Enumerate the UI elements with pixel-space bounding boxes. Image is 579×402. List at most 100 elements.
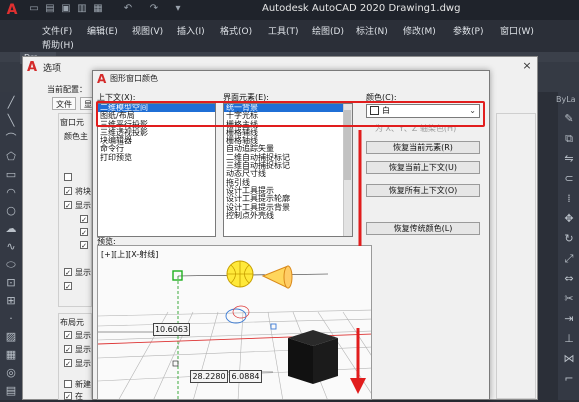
options-title: 选项 bbox=[43, 64, 62, 74]
layout-checkbox-label: 在 bbox=[75, 392, 83, 401]
erase-icon[interactable]: ✎ bbox=[562, 112, 576, 126]
preview-viewport: [+][上][X-射线] 10.6063 28.2280 6.0884 bbox=[97, 245, 372, 400]
menu-view[interactable]: 视图(V) bbox=[132, 24, 163, 37]
ellipse-icon[interactable]: ⬭ bbox=[4, 258, 18, 272]
arc-icon[interactable]: ◠ bbox=[4, 186, 18, 200]
menu-insert[interactable]: 插入(I) bbox=[177, 24, 205, 37]
polyline-icon[interactable]: ⌒ bbox=[4, 132, 18, 146]
copy-icon[interactable]: ⧉ bbox=[562, 132, 576, 146]
undo-icon[interactable]: ↶ bbox=[122, 3, 134, 15]
redo-icon[interactable]: ↷ bbox=[148, 3, 160, 15]
spline-icon[interactable]: ∿ bbox=[4, 240, 18, 254]
window-title: Autodesk AutoCAD 2020 Drawing1.dwg bbox=[262, 3, 461, 14]
options-right-panel bbox=[496, 113, 536, 399]
point-icon[interactable]: · bbox=[4, 312, 18, 326]
red-arrow-icon bbox=[350, 328, 366, 394]
mirror-icon[interactable]: ⇋ bbox=[562, 152, 576, 166]
bylayer-label[interactable]: ByLa bbox=[556, 95, 576, 104]
option-checkbox[interactable] bbox=[64, 380, 72, 388]
menu-edit[interactable]: 编辑(E) bbox=[87, 24, 118, 37]
option-checkbox[interactable]: ✓ bbox=[64, 359, 72, 368]
option-checkbox[interactable]: ✓ bbox=[80, 228, 88, 237]
dimension-input: 10.6063 bbox=[153, 323, 190, 336]
gradient-icon[interactable]: ▦ bbox=[4, 348, 18, 362]
highlight-box bbox=[96, 101, 485, 127]
restore-current-context-button[interactable]: 恢复当前上下文(U) bbox=[366, 161, 480, 174]
rotate-icon[interactable]: ↻ bbox=[562, 232, 576, 246]
red-arrow-line bbox=[358, 130, 362, 246]
option-checkbox[interactable]: ✓ bbox=[64, 392, 72, 401]
extend-icon[interactable]: ⇥ bbox=[562, 312, 576, 326]
trim-icon[interactable]: ✂ bbox=[562, 292, 576, 306]
menu-file[interactable]: 文件(F) bbox=[42, 24, 72, 37]
interface-item[interactable]: 控制点外壳线 bbox=[224, 211, 352, 220]
layout-checkbox-label: 显示 bbox=[75, 345, 91, 354]
cloud-icon[interactable]: ☁ bbox=[4, 222, 18, 236]
layout-elements-label: 布局元 bbox=[60, 318, 84, 327]
dialog-title: 图形窗口颜色 bbox=[110, 74, 158, 83]
chamfer-icon[interactable]: ⌐ bbox=[562, 372, 576, 386]
viewport-label: [+][上][X-射线] bbox=[101, 250, 159, 259]
option-checkbox[interactable]: ✓ bbox=[64, 268, 72, 277]
break-icon[interactable]: ⊥ bbox=[562, 332, 576, 346]
context-item[interactable]: 打印预览 bbox=[98, 153, 215, 162]
menu-parametric[interactable]: 参数(P) bbox=[453, 24, 483, 37]
menu-draw[interactable]: 绘图(D) bbox=[312, 24, 344, 37]
array-icon[interactable]: ⁞ bbox=[562, 192, 576, 206]
option-checkbox[interactable]: ✓ bbox=[64, 201, 72, 210]
region-icon[interactable]: ◎ bbox=[4, 366, 18, 380]
new-icon[interactable]: ▭ bbox=[28, 3, 40, 15]
share-icon[interactable]: ▾ bbox=[172, 3, 184, 15]
menu-format[interactable]: 格式(O) bbox=[220, 24, 252, 37]
move-icon[interactable]: ✥ bbox=[562, 212, 576, 226]
stretch-icon[interactable]: ⇔ bbox=[562, 272, 576, 286]
scale-icon[interactable]: ⤢ bbox=[562, 252, 576, 266]
checkbox-label: 显示 bbox=[75, 201, 91, 210]
color-scheme-label: 颜色主 bbox=[64, 132, 88, 141]
line-tool-icon[interactable]: ╱ bbox=[4, 96, 18, 110]
checkbox-label: 将块 bbox=[75, 187, 91, 196]
make-block-icon[interactable]: ⊞ bbox=[4, 294, 18, 308]
option-checkbox[interactable]: ✓ bbox=[64, 282, 72, 291]
option-checkbox[interactable] bbox=[64, 173, 72, 181]
saveas-icon[interactable]: ▥ bbox=[76, 3, 88, 15]
restore-all-contexts-button[interactable]: 恢复所有上下文(O) bbox=[366, 184, 480, 197]
tab-files[interactable]: 文件 bbox=[52, 97, 76, 110]
checkbox-label: 显示 bbox=[75, 268, 91, 277]
current-profile-label: 当前配置： bbox=[47, 85, 87, 94]
open-icon[interactable]: ▤ bbox=[44, 3, 56, 15]
circle-icon[interactable]: ○ bbox=[4, 204, 18, 218]
window-elements-label: 窗口元 bbox=[60, 118, 84, 127]
option-checkbox[interactable]: ✓ bbox=[64, 345, 72, 354]
menu-window[interactable]: 窗口(W) bbox=[500, 24, 534, 37]
option-checkbox[interactable]: ✓ bbox=[80, 215, 88, 224]
layout-checkbox-label: 新建 bbox=[75, 380, 91, 389]
autocad-logo[interactable]: A bbox=[4, 2, 20, 18]
options-close-icon[interactable]: × bbox=[520, 60, 534, 72]
options-logo-icon: A bbox=[27, 60, 38, 75]
menu-help[interactable]: 帮助(H) bbox=[42, 38, 74, 51]
polygon-icon[interactable]: ⬠ bbox=[4, 150, 18, 164]
hatch-icon[interactable]: ▨ bbox=[4, 330, 18, 344]
option-checkbox[interactable]: ✓ bbox=[80, 241, 88, 250]
restore-classic-colors-button[interactable]: 恢复传统颜色(L) bbox=[366, 222, 480, 235]
option-checkbox[interactable]: ✓ bbox=[64, 331, 72, 340]
dimension-input: 6.0884 bbox=[229, 370, 262, 383]
menu-dimension[interactable]: 标注(N) bbox=[356, 24, 388, 37]
option-checkbox[interactable]: ✓ bbox=[64, 187, 72, 196]
save-icon[interactable]: ▣ bbox=[60, 3, 72, 15]
join-icon[interactable]: ⋈ bbox=[562, 352, 576, 366]
layout-checkbox-label: 显示 bbox=[75, 331, 91, 340]
construction-line-icon[interactable]: ╲ bbox=[4, 114, 18, 128]
table-icon[interactable]: ▤ bbox=[4, 384, 18, 398]
insert-block-icon[interactable]: ⊡ bbox=[4, 276, 18, 290]
rectangle-icon[interactable]: ▭ bbox=[4, 168, 18, 182]
menu-tools[interactable]: 工具(T) bbox=[268, 24, 299, 37]
dialog-logo-icon: A bbox=[97, 72, 107, 86]
offset-icon[interactable]: ⊂ bbox=[562, 172, 576, 186]
restore-current-element-button[interactable]: 恢复当前元素(R) bbox=[366, 141, 480, 154]
layout-checkbox-label: 显示 bbox=[75, 359, 91, 368]
dimension-input: 28.2280 bbox=[190, 370, 228, 383]
print-icon[interactable]: ▦ bbox=[92, 3, 104, 15]
menu-modify[interactable]: 修改(M) bbox=[403, 24, 436, 37]
